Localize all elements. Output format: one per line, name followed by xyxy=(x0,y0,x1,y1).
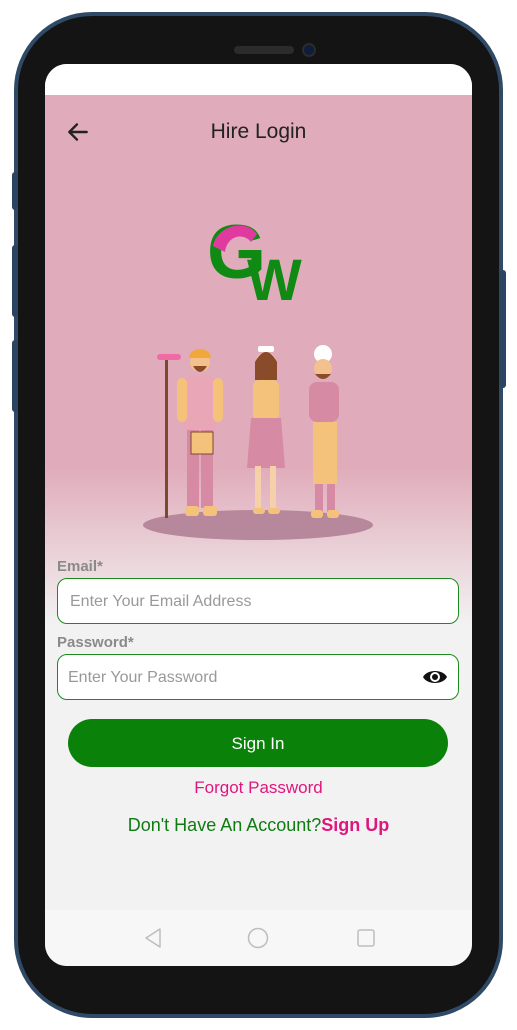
gw-logo: G W xyxy=(207,212,302,304)
password-field-box xyxy=(57,654,459,700)
system-nav-bar xyxy=(45,910,472,966)
email-label: Email* xyxy=(57,558,103,575)
sign-up-link[interactable]: Sign Up xyxy=(321,815,389,835)
volume-up-button xyxy=(12,245,18,317)
signup-row: Don't Have An Account?Sign Up xyxy=(45,815,472,836)
screen: Hire Login G W Email* Enter Your Email A… xyxy=(45,64,472,966)
forgot-password-link[interactable]: Forgot Password xyxy=(45,778,472,798)
circle-home-icon[interactable] xyxy=(247,927,269,949)
volume-button xyxy=(12,172,18,210)
power-button xyxy=(500,270,506,388)
status-bar xyxy=(45,64,472,95)
square-recents-icon[interactable] xyxy=(356,927,376,949)
password-field[interactable] xyxy=(66,655,410,700)
svg-text:W: W xyxy=(247,248,302,304)
eye-icon[interactable] xyxy=(422,667,448,687)
earpiece-speaker xyxy=(234,46,294,54)
email-field[interactable] xyxy=(68,579,412,624)
volume-down-button xyxy=(12,340,18,412)
front-camera xyxy=(302,43,316,57)
no-account-text: Don't Have An Account? xyxy=(127,815,322,835)
workers-illustration xyxy=(143,345,373,540)
email-field-box xyxy=(57,578,459,624)
triangle-back-icon[interactable] xyxy=(143,927,163,949)
app-bar: Hire Login xyxy=(45,99,472,155)
password-label: Password* xyxy=(57,634,134,651)
page-title: Hire Login xyxy=(210,120,307,143)
sign-in-button[interactable]: Sign In xyxy=(68,719,448,767)
